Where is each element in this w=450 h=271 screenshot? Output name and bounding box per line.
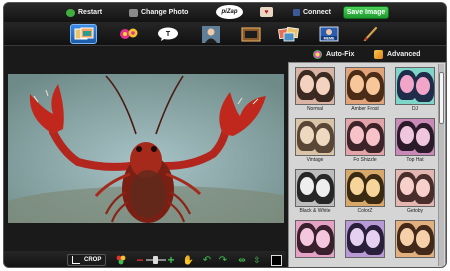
effect-label: Getoby — [406, 208, 424, 214]
advanced-label: Advanced — [387, 50, 421, 58]
svg-text:MEME: MEME — [323, 36, 334, 40]
advanced-icon — [374, 49, 383, 59]
effect-preview-image — [395, 67, 435, 105]
effect-label: Amber Frost — [351, 106, 379, 112]
lobster-illustration — [8, 74, 284, 223]
effects-scroll-thumb[interactable] — [439, 72, 444, 124]
effect-label: Normal — [306, 106, 324, 112]
brush-icon — [362, 26, 377, 42]
effect-label: Fo Shizzle — [353, 157, 377, 163]
cutout-tool[interactable] — [197, 24, 224, 44]
effect-preview-image — [345, 220, 385, 258]
effect-preview-image — [345, 118, 385, 156]
effect-thumbnail[interactable]: Getoby — [393, 169, 437, 214]
effect-thumbnail[interactable] — [343, 220, 387, 259]
effect-preview-image — [295, 169, 335, 207]
effect-preview-image — [345, 169, 385, 207]
crop-icon — [72, 256, 80, 264]
effect-preview-image — [295, 220, 335, 258]
photo-canvas-area — [4, 46, 286, 251]
save-image-button[interactable]: Save Image — [343, 6, 389, 19]
zoom-out-icon[interactable]: − — [135, 253, 145, 267]
zoom-slider[interactable] — [146, 254, 166, 266]
effect-thumbnail[interactable]: Black & White — [293, 169, 337, 214]
tool-row: T MEME — [4, 22, 446, 46]
zoom-slider-track — [146, 256, 166, 264]
restart-label: Restart — [78, 9, 103, 16]
effect-preview-image — [395, 169, 435, 207]
effects-scrollbar[interactable] — [438, 64, 444, 266]
effect-thumbnail[interactable]: Normal — [293, 67, 337, 112]
effect-label: ColorZ — [357, 208, 373, 214]
person-icon — [201, 25, 220, 43]
borders-tool[interactable] — [237, 24, 264, 44]
effect-thumbnail[interactable] — [293, 220, 337, 259]
auto-fix-label: Auto-Fix — [326, 50, 355, 58]
meme-tool[interactable]: MEME — [315, 24, 342, 44]
heart-icon[interactable]: ♥ — [260, 7, 273, 17]
connect-label: Connect — [303, 9, 331, 16]
change-photo-label: Change Photo — [141, 9, 189, 16]
rotate-right-icon[interactable]: ↷ — [218, 254, 228, 266]
crop-button[interactable]: CROP — [67, 254, 107, 266]
stickers-tool[interactable] — [115, 24, 142, 44]
meme-icon: MEME — [319, 26, 338, 42]
camera-icon — [129, 8, 138, 17]
effect-preview-image — [295, 118, 335, 156]
pizap-logo: piZap — [216, 5, 243, 19]
effect-thumbnail[interactable]: Vintage — [293, 118, 337, 163]
effect-thumbnail[interactable]: Amber Frost — [343, 67, 387, 112]
flip-horizontal-icon[interactable]: ⇹ — [237, 254, 247, 266]
effect-label: Black & White — [299, 208, 331, 214]
magic-wand-icon — [313, 49, 322, 59]
pizap-editor-window: Restart Change Photo piZap ♥ Connect Sav… — [3, 2, 447, 268]
effect-label: Vintage — [306, 157, 324, 163]
effect-preview-image — [295, 67, 335, 105]
effect-thumbnail[interactable]: DJ — [393, 67, 437, 112]
svg-text:T: T — [165, 31, 170, 38]
effects-tool[interactable] — [70, 24, 97, 44]
zoom-slider-knob[interactable] — [153, 256, 158, 264]
tab-auto-fix[interactable]: Auto-Fix — [313, 48, 354, 60]
facebook-icon — [293, 9, 300, 16]
lobster-photo[interactable] — [8, 74, 284, 223]
effect-thumbnail[interactable]: Fo Shizzle — [343, 118, 387, 163]
effect-thumbnail[interactable]: Top Hat — [393, 118, 437, 163]
bottom-toolbar: CROP − + ✋ ↶ ↷ ⇹ ⇳ — [4, 251, 286, 267]
effects-header: Auto-Fix Advanced — [286, 46, 446, 62]
rotate-left-icon[interactable]: ↶ — [202, 254, 212, 266]
top-toolbar: Restart Change Photo piZap ♥ Connect Sav… — [4, 3, 446, 22]
zoom-in-icon[interactable]: + — [166, 253, 176, 267]
effect-preview-image — [345, 67, 385, 105]
connect-button[interactable]: Connect — [293, 6, 331, 19]
restart-button[interactable]: Restart — [66, 6, 102, 19]
photo-effects-icon — [74, 27, 93, 40]
effect-preview-image — [395, 118, 435, 156]
effects-panel: Normal Amber Frost DJ Vintage Fo Shizzle Top … — [288, 62, 446, 267]
effect-thumbnail[interactable]: ColorZ — [343, 169, 387, 214]
flip-vertical-icon[interactable]: ⇳ — [252, 254, 262, 266]
collage-tool[interactable] — [275, 24, 302, 44]
flowers-icon — [119, 28, 137, 39]
pan-hand-icon[interactable]: ✋ — [183, 254, 194, 266]
background-color-swatch[interactable] — [271, 255, 282, 266]
change-photo-button[interactable]: Change Photo — [129, 6, 188, 19]
color-palette-icon[interactable] — [116, 254, 126, 266]
crop-label: CROP — [84, 257, 102, 263]
effect-thumbnail[interactable] — [393, 220, 437, 259]
speech-bubble-icon: T — [157, 27, 178, 41]
frame-icon — [240, 26, 261, 42]
restart-icon — [66, 8, 75, 17]
text-tool[interactable]: T — [154, 24, 181, 44]
effect-label: DJ — [411, 106, 419, 112]
effect-label: Top Hat — [406, 157, 424, 163]
photos-icon — [277, 26, 299, 42]
tab-advanced[interactable]: Advanced — [374, 48, 420, 60]
paint-tool[interactable] — [356, 24, 383, 44]
effect-preview-image — [395, 220, 435, 258]
